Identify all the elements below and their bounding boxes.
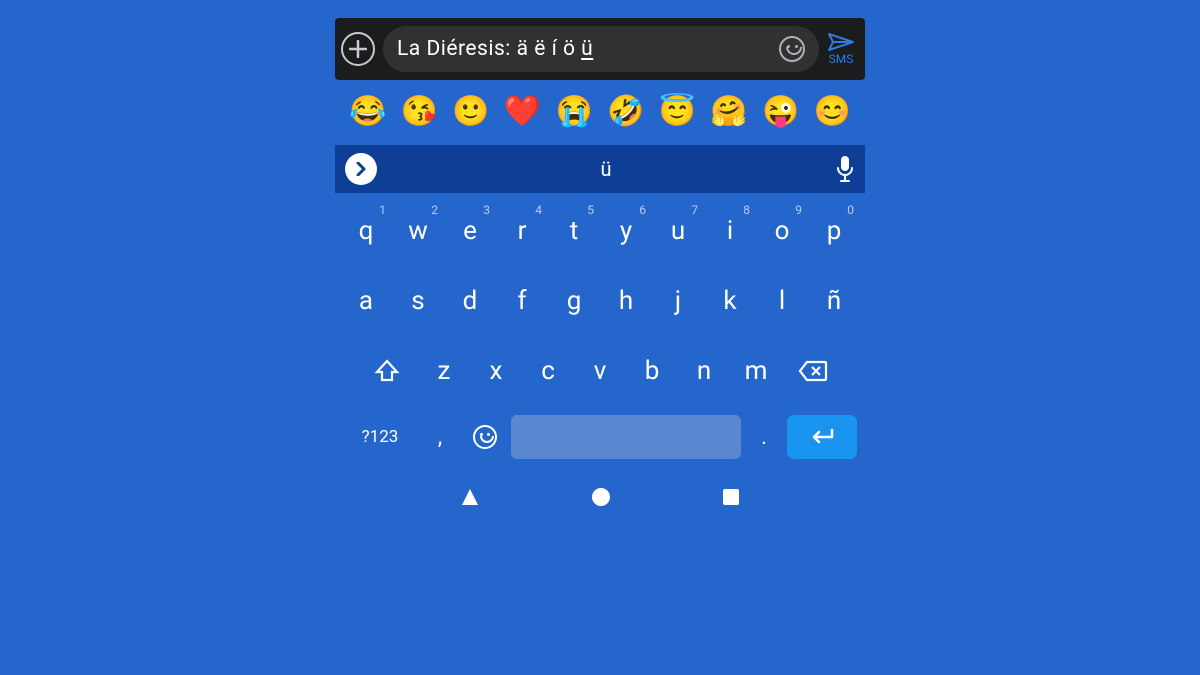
key-row-bottom: ?123 , . xyxy=(339,411,861,463)
key-i[interactable]: i8 xyxy=(704,201,756,261)
key-f[interactable]: f xyxy=(496,271,548,331)
key-row-2: a s d f g h j k l ñ xyxy=(339,271,861,331)
space-key[interactable] xyxy=(511,415,741,459)
emoji-option[interactable]: 🤣 xyxy=(607,94,644,129)
emoji-option[interactable]: 😂 xyxy=(349,94,386,129)
phone-mock: La Diéresis: ä ë í ö ü SMS 😂 😘 🙂 ❤️ 😭 🤣 … xyxy=(335,18,865,507)
chevron-right-icon xyxy=(355,162,367,176)
key-j[interactable]: j xyxy=(652,271,704,331)
key-e[interactable]: e3 xyxy=(444,201,496,261)
emoji-option[interactable]: ❤️ xyxy=(504,94,541,129)
emoji-icon xyxy=(473,425,497,449)
key-s[interactable]: s xyxy=(392,271,444,331)
key-r[interactable]: r4 xyxy=(496,201,548,261)
keyboard: q1 w2 e3 r4 t5 y6 u7 i8 o9 p0 a s d f g … xyxy=(335,193,865,463)
key-a[interactable]: a xyxy=(340,271,392,331)
emoji-option[interactable]: 😇 xyxy=(659,94,696,129)
mic-icon[interactable] xyxy=(835,155,855,183)
backspace-icon xyxy=(798,360,828,382)
emoji-key[interactable] xyxy=(463,411,507,463)
send-button[interactable]: SMS xyxy=(827,32,859,66)
emoji-option[interactable]: 🤗 xyxy=(710,94,747,129)
emoji-option[interactable]: 🙂 xyxy=(452,94,489,129)
emoji-option[interactable]: 😜 xyxy=(762,94,799,129)
shift-key[interactable] xyxy=(356,341,418,401)
comma-key[interactable]: , xyxy=(421,411,459,463)
emoji-option[interactable]: 😊 xyxy=(814,94,851,129)
nav-home-icon[interactable] xyxy=(591,487,611,507)
nav-recent-icon[interactable] xyxy=(722,488,740,506)
suggestion-bar: ü xyxy=(335,145,865,193)
nav-back-icon[interactable] xyxy=(460,487,480,507)
send-icon xyxy=(827,32,855,52)
symbols-key[interactable]: ?123 xyxy=(343,411,417,463)
key-v[interactable]: v xyxy=(574,341,626,401)
expand-suggestions-button[interactable] xyxy=(345,153,377,185)
key-d[interactable]: d xyxy=(444,271,496,331)
compose-bar: La Diéresis: ä ë í ö ü SMS xyxy=(335,18,865,80)
key-x[interactable]: x xyxy=(470,341,522,401)
key-t[interactable]: t5 xyxy=(548,201,600,261)
enter-key[interactable] xyxy=(787,415,857,459)
enter-icon xyxy=(808,428,836,446)
attach-plus-button[interactable] xyxy=(341,32,375,66)
android-nav-bar xyxy=(335,481,865,507)
key-row-3: z x c v b n m xyxy=(339,341,861,401)
message-input-text: La Diéresis: ä ë í ö ü xyxy=(397,37,771,61)
key-n[interactable]: n xyxy=(678,341,730,401)
key-p[interactable]: p0 xyxy=(808,201,860,261)
message-input-pill[interactable]: La Diéresis: ä ë í ö ü xyxy=(383,26,819,72)
key-c[interactable]: c xyxy=(522,341,574,401)
emoji-suggestion-strip: 😂 😘 🙂 ❤️ 😭 🤣 😇 🤗 😜 😊 xyxy=(335,94,865,129)
suggestion-text[interactable]: ü xyxy=(377,157,835,181)
backspace-key[interactable] xyxy=(782,341,844,401)
key-g[interactable]: g xyxy=(548,271,600,331)
key-o[interactable]: o9 xyxy=(756,201,808,261)
emoji-option[interactable]: 😭 xyxy=(556,94,593,129)
key-l[interactable]: l xyxy=(756,271,808,331)
period-key[interactable]: . xyxy=(745,411,783,463)
key-b[interactable]: b xyxy=(626,341,678,401)
key-h[interactable]: h xyxy=(600,271,652,331)
key-z[interactable]: z xyxy=(418,341,470,401)
emoji-option[interactable]: 😘 xyxy=(401,94,438,129)
key-w[interactable]: w2 xyxy=(392,201,444,261)
send-label: SMS xyxy=(829,52,854,66)
input-emoji-icon[interactable] xyxy=(779,36,805,62)
shift-icon xyxy=(374,358,400,384)
key-m[interactable]: m xyxy=(730,341,782,401)
key-enye[interactable]: ñ xyxy=(808,271,860,331)
key-q[interactable]: q1 xyxy=(340,201,392,261)
key-u[interactable]: u7 xyxy=(652,201,704,261)
key-y[interactable]: y6 xyxy=(600,201,652,261)
key-k[interactable]: k xyxy=(704,271,756,331)
key-row-1: q1 w2 e3 r4 t5 y6 u7 i8 o9 p0 xyxy=(339,201,861,261)
